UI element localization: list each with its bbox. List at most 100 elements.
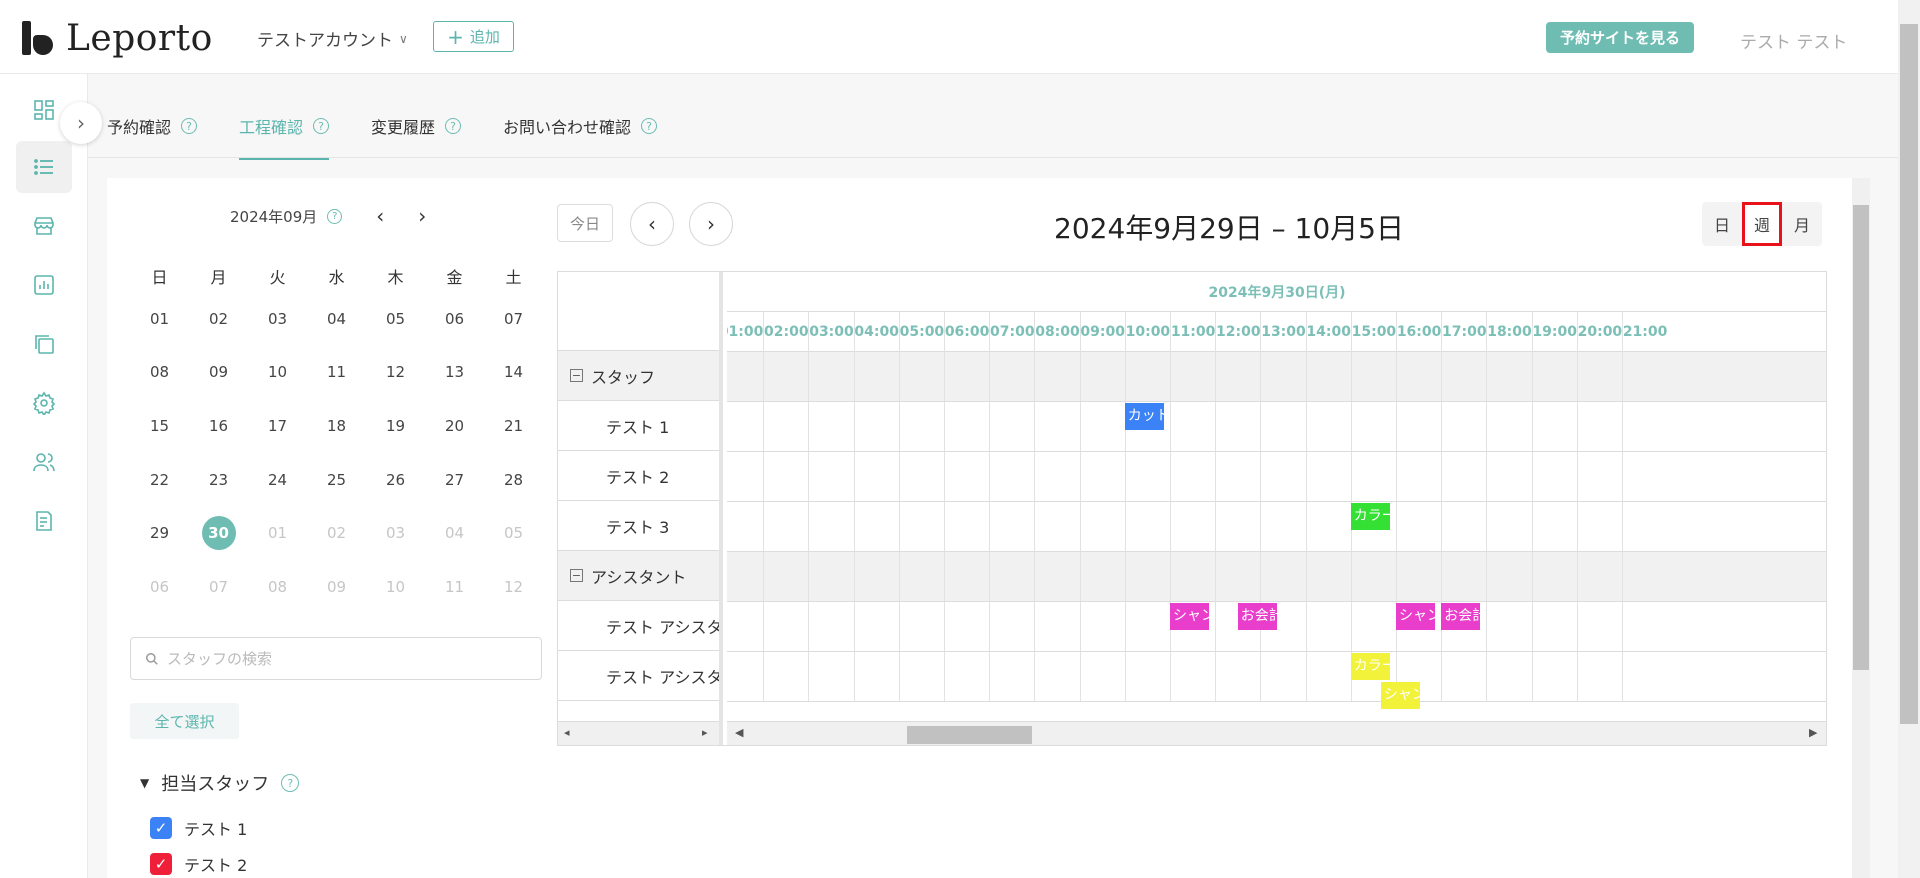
day-cell[interactable]: 03 bbox=[248, 310, 307, 328]
scroll-right-icon[interactable]: ▸ bbox=[702, 726, 708, 739]
timeline-row[interactable]: カット bbox=[727, 402, 1826, 452]
timeline-row[interactable]: カラー bbox=[727, 502, 1826, 552]
day-cell[interactable]: 09 bbox=[307, 578, 366, 596]
tab-schedule[interactable]: 工程確認? bbox=[239, 104, 330, 160]
day-cell[interactable]: 08 bbox=[248, 578, 307, 596]
page-scrollbar-thumb[interactable] bbox=[1900, 24, 1918, 724]
day-cell[interactable]: 13 bbox=[425, 363, 484, 381]
day-cell[interactable]: 10 bbox=[248, 363, 307, 381]
timeline-group-row[interactable] bbox=[727, 352, 1826, 402]
schedule-event[interactable]: お会計 bbox=[1441, 603, 1481, 630]
day-cell[interactable]: 04 bbox=[425, 524, 484, 542]
day-cell[interactable]: 05 bbox=[366, 310, 425, 328]
timeline-row[interactable] bbox=[727, 452, 1826, 502]
help-icon[interactable]: ? bbox=[641, 118, 658, 134]
day-cell[interactable]: 08 bbox=[130, 363, 189, 381]
day-cell[interactable]: 02 bbox=[189, 310, 248, 328]
sidebar-item-store[interactable] bbox=[16, 200, 72, 252]
day-cell[interactable]: 26 bbox=[366, 471, 425, 489]
sidebar-item-analytics[interactable] bbox=[16, 259, 72, 311]
logo[interactable]: Leporto bbox=[20, 18, 213, 59]
day-cell[interactable]: 16 bbox=[189, 417, 248, 435]
day-cell[interactable]: 24 bbox=[248, 471, 307, 489]
view-month-button[interactable]: 月 bbox=[1782, 202, 1822, 246]
schedule-event[interactable]: シャンプー bbox=[1380, 682, 1420, 709]
collapse-icon[interactable]: − bbox=[570, 369, 583, 382]
prev-month-button[interactable]: ‹ bbox=[376, 204, 384, 228]
card-scrollbar-thumb[interactable] bbox=[1853, 205, 1869, 670]
schedule-event[interactable]: お会計 bbox=[1237, 603, 1277, 630]
staff-checkbox-item[interactable]: ✓ テスト 2 bbox=[150, 852, 247, 876]
day-cell[interactable]: 11 bbox=[307, 363, 366, 381]
day-cell[interactable]: 19 bbox=[366, 417, 425, 435]
day-cell[interactable]: 09 bbox=[189, 363, 248, 381]
schedule-event[interactable]: カラー bbox=[1350, 503, 1390, 530]
view-day-button[interactable]: 日 bbox=[1702, 202, 1742, 246]
add-button[interactable]: + 追加 bbox=[433, 21, 514, 52]
sidebar-item-pages[interactable] bbox=[16, 318, 72, 370]
tab-history[interactable]: 変更履歴? bbox=[371, 104, 462, 160]
day-cell[interactable]: 17 bbox=[248, 417, 307, 435]
scrollbar-thumb[interactable] bbox=[907, 726, 1032, 744]
scroll-left-icon[interactable]: ◀ bbox=[735, 726, 743, 739]
day-cell[interactable]: 28 bbox=[484, 471, 543, 489]
resource-scrollbar[interactable]: ◂ ▸ bbox=[558, 721, 719, 745]
prev-week-button[interactable]: ‹ bbox=[630, 202, 674, 246]
sidebar-toggle-button[interactable]: › bbox=[60, 102, 102, 144]
day-cell[interactable]: 30 bbox=[189, 516, 248, 551]
view-booking-site-button[interactable]: 予約サイトを見る bbox=[1546, 22, 1694, 53]
user-menu[interactable]: テスト テスト bbox=[1740, 28, 1847, 53]
day-cell[interactable]: 21 bbox=[484, 417, 543, 435]
day-cell[interactable]: 01 bbox=[248, 524, 307, 542]
day-cell[interactable]: 22 bbox=[130, 471, 189, 489]
staff-search-input[interactable] bbox=[167, 649, 527, 668]
timeline-row[interactable]: カラーシャンプー bbox=[727, 652, 1826, 709]
day-cell[interactable]: 11 bbox=[425, 578, 484, 596]
day-cell[interactable]: 12 bbox=[484, 578, 543, 596]
day-cell[interactable]: 25 bbox=[307, 471, 366, 489]
help-icon[interactable]: ? bbox=[281, 774, 300, 792]
collapse-icon[interactable]: − bbox=[570, 569, 583, 582]
day-cell[interactable]: 02 bbox=[307, 524, 366, 542]
day-cell[interactable]: 06 bbox=[425, 310, 484, 328]
help-icon[interactable]: ? bbox=[181, 118, 198, 134]
checkbox-checked-icon[interactable]: ✓ bbox=[150, 853, 172, 875]
timeline-row[interactable]: シャンプーお会計シャンプーお会計 bbox=[727, 602, 1826, 652]
day-cell[interactable]: 07 bbox=[484, 310, 543, 328]
day-cell[interactable]: 01 bbox=[130, 310, 189, 328]
day-cell[interactable]: 05 bbox=[484, 524, 543, 542]
day-cell[interactable]: 18 bbox=[307, 417, 366, 435]
staff-search[interactable] bbox=[130, 637, 542, 680]
help-icon[interactable]: ? bbox=[327, 208, 343, 224]
scroll-left-icon[interactable]: ◂ bbox=[564, 726, 570, 739]
day-cell[interactable]: 10 bbox=[366, 578, 425, 596]
account-selector[interactable]: テストアカウント ∨ bbox=[257, 26, 408, 51]
day-cell[interactable]: 07 bbox=[189, 578, 248, 596]
help-icon[interactable]: ? bbox=[445, 118, 462, 134]
day-cell[interactable]: 20 bbox=[425, 417, 484, 435]
select-all-button[interactable]: 全て選択 bbox=[130, 703, 239, 739]
schedule-event[interactable]: カラー bbox=[1350, 653, 1390, 680]
day-cell[interactable]: 04 bbox=[307, 310, 366, 328]
today-button[interactable]: 今日 bbox=[557, 204, 613, 242]
day-cell[interactable]: 03 bbox=[366, 524, 425, 542]
sidebar-item-settings[interactable] bbox=[16, 377, 72, 429]
schedule-event[interactable]: シャンプー bbox=[1170, 603, 1209, 630]
help-icon[interactable]: ? bbox=[313, 118, 330, 134]
schedule-event[interactable]: シャンプー bbox=[1396, 603, 1435, 630]
day-cell[interactable]: 06 bbox=[130, 578, 189, 596]
sidebar-item-list[interactable] bbox=[16, 141, 72, 193]
day-cell[interactable]: 29 bbox=[130, 524, 189, 542]
day-cell[interactable]: 27 bbox=[425, 471, 484, 489]
sidebar-item-users[interactable] bbox=[16, 436, 72, 488]
day-cell[interactable]: 15 bbox=[130, 417, 189, 435]
sidebar-item-reports[interactable] bbox=[16, 495, 72, 547]
view-week-button[interactable]: 週 bbox=[1742, 202, 1782, 246]
checkbox-checked-icon[interactable]: ✓ bbox=[150, 817, 172, 839]
next-week-button[interactable]: › bbox=[689, 202, 733, 246]
resource-group-assistant[interactable]: − アシスタント bbox=[558, 551, 719, 601]
timeline-group-row[interactable] bbox=[727, 552, 1826, 602]
tab-reservations[interactable]: 予約確認? bbox=[107, 104, 198, 160]
day-cell[interactable]: 12 bbox=[366, 363, 425, 381]
staff-section-header[interactable]: ▼ 担当スタッフ ? bbox=[140, 770, 300, 796]
